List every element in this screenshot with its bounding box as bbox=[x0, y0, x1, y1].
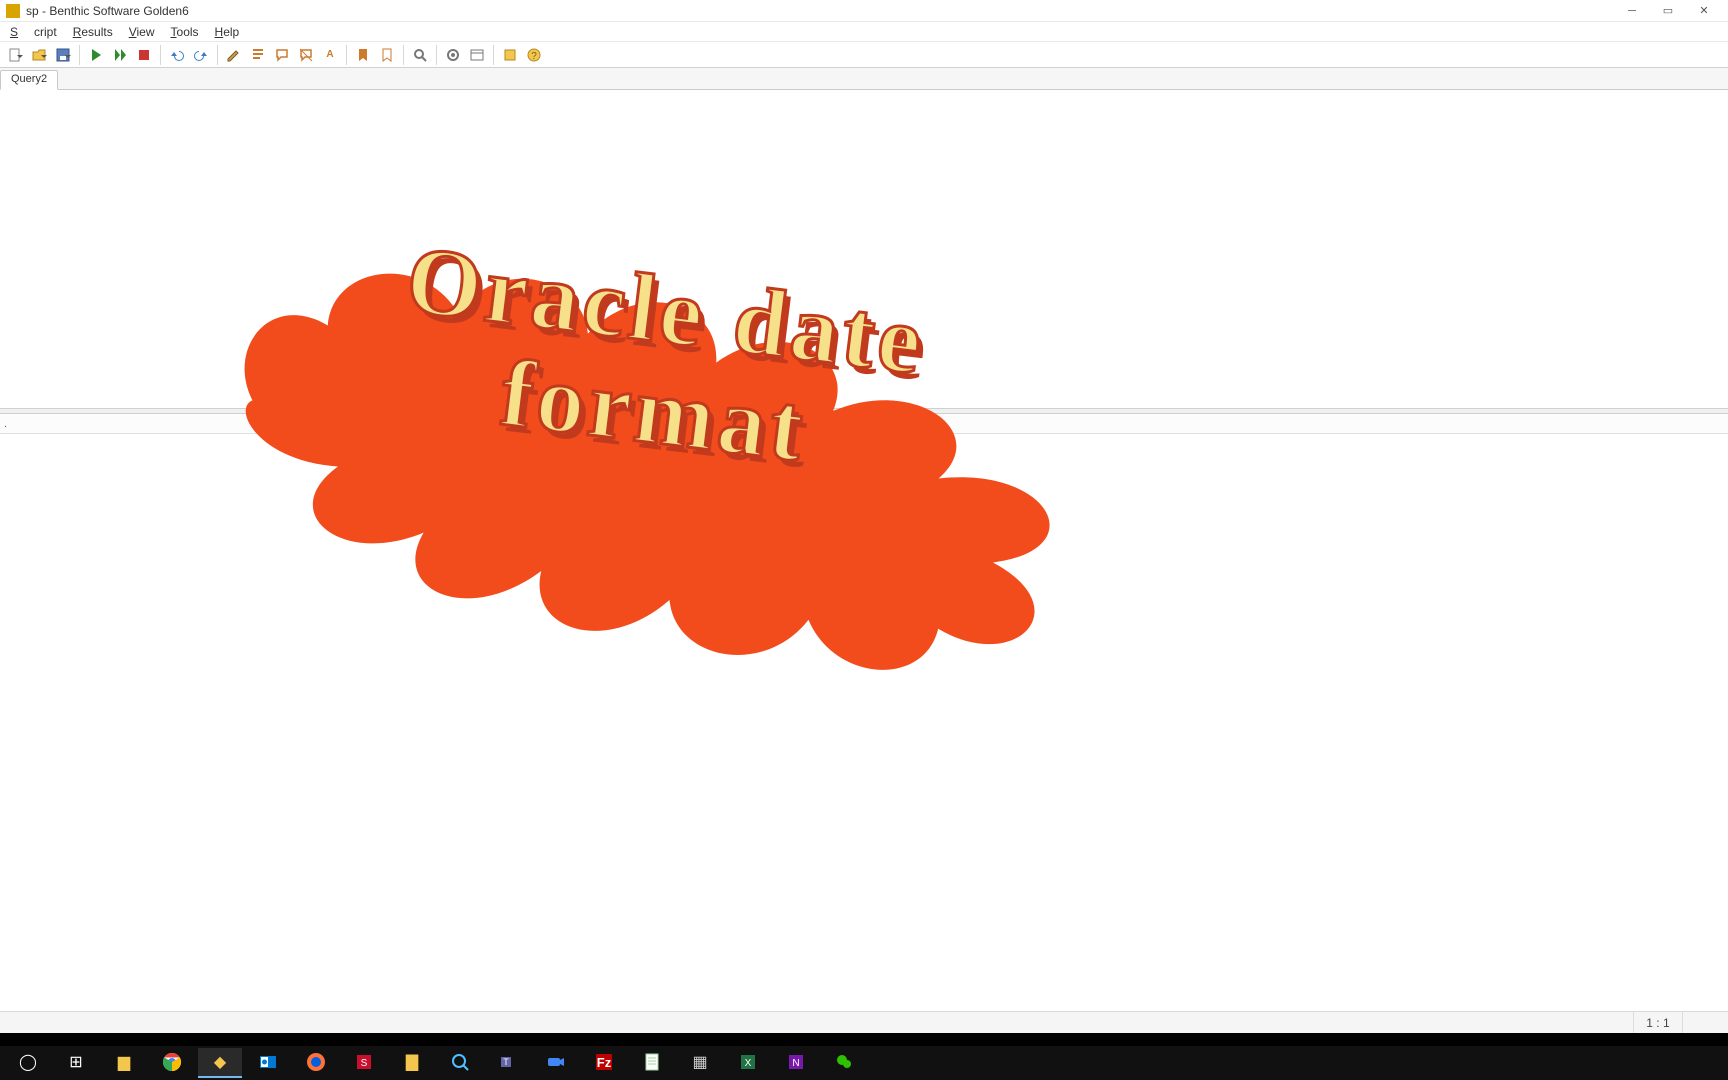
query-tabs: Query2 bbox=[0, 68, 1728, 90]
svg-text:Fz: Fz bbox=[597, 1055, 612, 1070]
menu-tools[interactable]: Tools bbox=[163, 23, 207, 41]
bookmark-button[interactable] bbox=[352, 44, 374, 66]
firefox-icon[interactable] bbox=[294, 1048, 338, 1078]
window-title: sp - Benthic Software Golden6 bbox=[26, 4, 189, 18]
menubar: Script Results View Tools Help bbox=[0, 22, 1728, 42]
svg-text:S: S bbox=[361, 1058, 368, 1069]
options-button[interactable] bbox=[499, 44, 521, 66]
uncomment-button[interactable] bbox=[295, 44, 317, 66]
toolbar: A ? bbox=[0, 42, 1728, 68]
format-button[interactable] bbox=[247, 44, 269, 66]
chrome-icon[interactable] bbox=[150, 1048, 194, 1078]
media-icon[interactable]: ▦ bbox=[678, 1048, 722, 1078]
svg-text:X: X bbox=[745, 1058, 752, 1069]
outlook-icon[interactable] bbox=[246, 1048, 290, 1078]
results-header: . bbox=[0, 414, 1728, 434]
new-button[interactable] bbox=[4, 44, 26, 66]
svg-text:T: T bbox=[503, 1057, 509, 1067]
black-strip bbox=[0, 1033, 1728, 1046]
bookmark-next-button[interactable] bbox=[376, 44, 398, 66]
filezilla-icon[interactable]: Fz bbox=[582, 1048, 626, 1078]
window-titlebar: sp - Benthic Software Golden6 ─ ▭ ✕ bbox=[0, 0, 1728, 22]
statusbar: 1 : 1 bbox=[0, 1011, 1728, 1033]
run-button[interactable] bbox=[85, 44, 107, 66]
menu-help[interactable]: Help bbox=[207, 23, 248, 41]
help-button[interactable]: ? bbox=[523, 44, 545, 66]
run-script-button[interactable] bbox=[109, 44, 131, 66]
windows-taskbar: ◯ ⊞ ▆ ◆ S ▇ T Fz ▦ X N bbox=[0, 1046, 1728, 1080]
comment-button[interactable] bbox=[271, 44, 293, 66]
menu-view[interactable]: View bbox=[121, 23, 163, 41]
notepad-icon[interactable] bbox=[630, 1048, 674, 1078]
stop-button[interactable] bbox=[133, 44, 155, 66]
sticky-notes-icon[interactable]: ▇ bbox=[390, 1048, 434, 1078]
explorer-button[interactable] bbox=[466, 44, 488, 66]
open-button[interactable] bbox=[28, 44, 50, 66]
find-button[interactable] bbox=[409, 44, 431, 66]
redo-button[interactable] bbox=[190, 44, 212, 66]
excel-red-icon[interactable]: S bbox=[342, 1048, 386, 1078]
teams-icon[interactable]: T bbox=[486, 1048, 530, 1078]
svg-text:N: N bbox=[792, 1058, 799, 1069]
save-button[interactable] bbox=[52, 44, 74, 66]
sql-editor[interactable] bbox=[0, 90, 1728, 408]
edit-button[interactable] bbox=[223, 44, 245, 66]
camera-icon[interactable] bbox=[534, 1048, 578, 1078]
cursor-position: 1 : 1 bbox=[1633, 1012, 1681, 1033]
results-grid[interactable] bbox=[0, 434, 1728, 1011]
tab-query2[interactable]: Query2 bbox=[0, 70, 58, 90]
undo-button[interactable] bbox=[166, 44, 188, 66]
maximize-button[interactable]: ▭ bbox=[1650, 2, 1686, 20]
menu-results[interactable]: Results bbox=[65, 23, 121, 41]
start-button[interactable]: ◯ bbox=[6, 1048, 50, 1078]
wechat-icon[interactable] bbox=[822, 1048, 866, 1078]
menu-script[interactable]: Script bbox=[2, 23, 65, 41]
task-view-button[interactable]: ⊞ bbox=[54, 1048, 98, 1078]
minimize-button[interactable]: ─ bbox=[1614, 2, 1650, 20]
settings-button[interactable] bbox=[442, 44, 464, 66]
excel-icon[interactable]: X bbox=[726, 1048, 770, 1078]
close-button[interactable]: ✕ bbox=[1686, 2, 1722, 20]
search-icon[interactable] bbox=[438, 1048, 482, 1078]
svg-text:?: ? bbox=[531, 51, 537, 62]
status-blank bbox=[1682, 1012, 1720, 1033]
uppercase-button[interactable]: A bbox=[319, 44, 341, 66]
golden-app-icon[interactable]: ◆ bbox=[198, 1048, 242, 1078]
file-explorer-icon[interactable]: ▆ bbox=[102, 1048, 146, 1078]
app-icon bbox=[6, 4, 20, 18]
onenote-icon[interactable]: N bbox=[774, 1048, 818, 1078]
